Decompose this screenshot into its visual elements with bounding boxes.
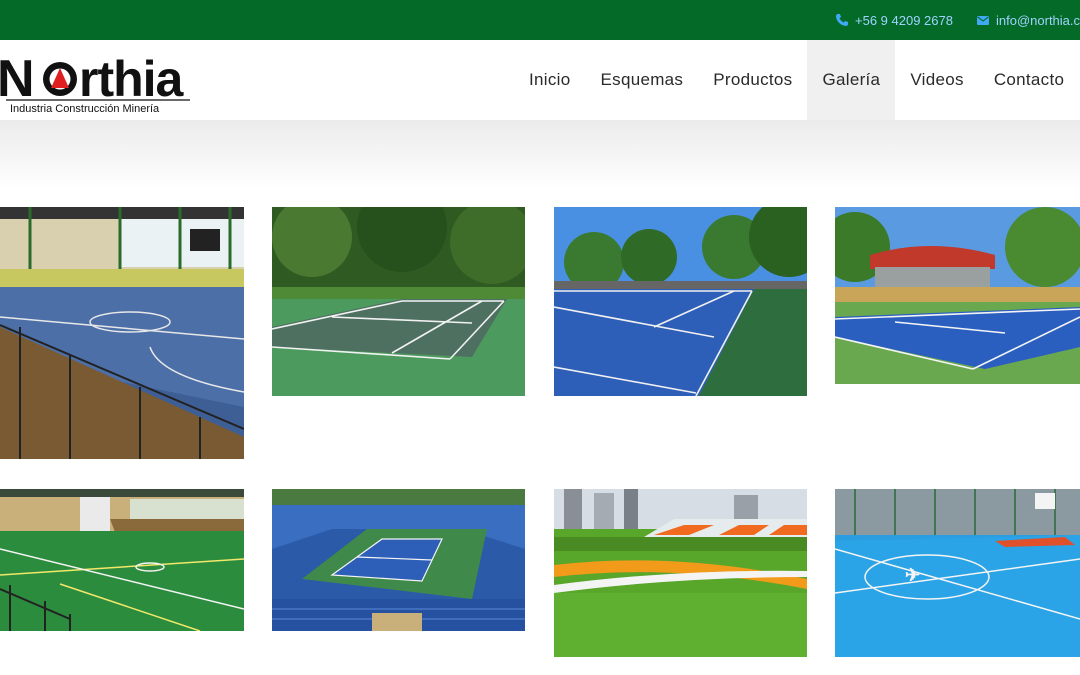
svg-text:N: N: [0, 50, 34, 108]
gallery-image-tennis-stadium[interactable]: [272, 489, 525, 631]
northia-logo[interactable]: N rthia Industria Construcción Minería: [0, 48, 210, 118]
gallery-image-artificial-turf[interactable]: [554, 489, 807, 657]
phone-icon: [835, 13, 849, 27]
gallery-image-indoor-court[interactable]: [0, 207, 244, 459]
gallery-image-blue-tennis-court[interactable]: [554, 207, 807, 396]
gallery-image-green-indoor-court[interactable]: [0, 489, 244, 631]
gallery-image-light-blue-court[interactable]: ✈: [835, 489, 1080, 657]
phone-number: +56 9 4209 2678: [855, 12, 953, 28]
nav-inicio[interactable]: Inicio: [514, 40, 586, 120]
nav-videos[interactable]: Videos: [895, 40, 978, 120]
gallery-image-green-tennis-court[interactable]: [272, 207, 525, 396]
email-contact[interactable]: info@northia.c: [976, 0, 1080, 40]
nav-contacto[interactable]: Contacto: [979, 40, 1079, 120]
nav-esquemas[interactable]: Esquemas: [586, 40, 699, 120]
logo-tagline: Industria Construcción Minería: [10, 103, 160, 115]
email-address: info@northia.c: [996, 12, 1080, 28]
envelope-icon: [976, 13, 990, 27]
nav-productos[interactable]: Productos: [698, 40, 807, 120]
phone-contact[interactable]: +56 9 4209 2678: [835, 0, 953, 40]
page-banner: [0, 120, 1080, 190]
gallery-image-blue-court-red-roof[interactable]: [835, 207, 1080, 384]
nav-galeria[interactable]: Galería: [807, 40, 896, 120]
main-nav: Inicio Esquemas Productos Galería Videos…: [514, 40, 1079, 120]
svg-text:rthia: rthia: [79, 51, 185, 107]
svg-text:✈: ✈: [905, 565, 920, 585]
